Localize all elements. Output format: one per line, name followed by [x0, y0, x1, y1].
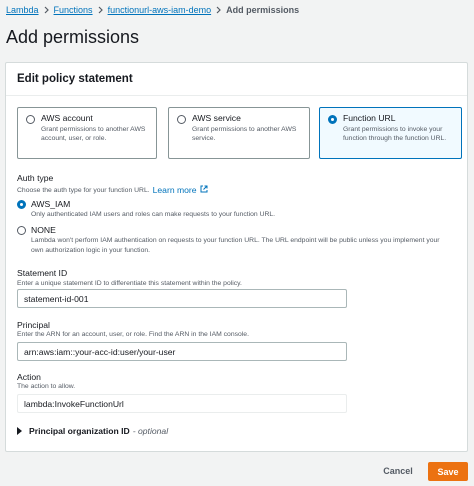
- principal-org-label: Principal organization ID: [29, 426, 130, 436]
- principal-org-expander[interactable]: Principal organization ID - optional: [17, 426, 168, 436]
- cancel-button[interactable]: Cancel: [380, 462, 416, 480]
- statement-id-label: Statement ID: [17, 268, 68, 278]
- radio-function-url[interactable]: [328, 115, 337, 124]
- tile-description: Grant permissions to invoke your functio…: [343, 126, 447, 142]
- external-link-icon: [200, 185, 208, 195]
- principal-input[interactable]: [17, 342, 347, 361]
- breadcrumb-current: Add permissions: [226, 5, 300, 15]
- breadcrumb-link-function[interactable]: functionurl-aws-iam-demo: [108, 5, 212, 15]
- option-aws-iam-label: AWS_IAM: [31, 199, 71, 209]
- principal-description: Enter the ARN for an account, user, or r…: [17, 331, 249, 338]
- edit-policy-panel: Edit policy statement AWS account Grant …: [5, 62, 468, 452]
- breadcrumb-link-functions[interactable]: Functions: [54, 5, 93, 15]
- breadcrumb: Lambda Functions functionurl-aws-iam-dem…: [6, 4, 299, 16]
- auth-type-description: Choose the auth type for your function U…: [17, 186, 150, 194]
- chevron-right-icon: [98, 6, 103, 14]
- tile-aws-account[interactable]: AWS account Grant permissions to another…: [17, 107, 157, 159]
- action-description: The action to allow.: [17, 383, 76, 390]
- tile-description: Grant permissions to another AWS account…: [41, 126, 146, 142]
- tile-description: Grant permissions to another AWS service…: [192, 126, 297, 142]
- option-none-description: Lambda won't perform IAM authentication …: [31, 237, 440, 254]
- learn-more-link[interactable]: Learn more: [153, 185, 208, 195]
- principal-org-optional: - optional: [132, 426, 169, 436]
- tile-title: AWS account: [41, 113, 93, 123]
- panel-header: Edit policy statement: [6, 63, 467, 96]
- tile-title: Function URL: [343, 113, 396, 123]
- tile-function-url[interactable]: Function URL Grant permissions to invoke…: [319, 107, 462, 159]
- page-title: Add permissions: [6, 27, 140, 47]
- statement-id-description: Enter a unique statement ID to different…: [17, 280, 242, 287]
- option-aws-iam-description: Only authenticated IAM users and roles c…: [31, 211, 276, 218]
- radio-aws-account[interactable]: [26, 115, 35, 124]
- radio-aws-service[interactable]: [177, 115, 186, 124]
- radio-aws-iam[interactable]: [17, 200, 26, 209]
- caret-right-icon: [17, 427, 22, 435]
- breadcrumb-link-lambda[interactable]: Lambda: [6, 5, 39, 15]
- learn-more-label: Learn more: [152, 185, 197, 195]
- auth-type-label: Auth type: [17, 173, 54, 183]
- chevron-right-icon: [44, 6, 49, 14]
- chevron-right-icon: [216, 6, 221, 14]
- tile-title: AWS service: [192, 113, 241, 123]
- save-button[interactable]: Save: [428, 462, 468, 481]
- radio-none[interactable]: [17, 226, 26, 235]
- auth-type-description-row: Choose the auth type for your function U…: [17, 185, 208, 195]
- statement-id-input[interactable]: [17, 289, 347, 308]
- action-value: lambda:InvokeFunctionUrl: [17, 394, 347, 413]
- tile-aws-service[interactable]: AWS service Grant permissions to another…: [168, 107, 310, 159]
- principal-label: Principal: [17, 320, 50, 330]
- action-label: Action: [17, 372, 41, 382]
- option-none-label: NONE: [31, 225, 56, 235]
